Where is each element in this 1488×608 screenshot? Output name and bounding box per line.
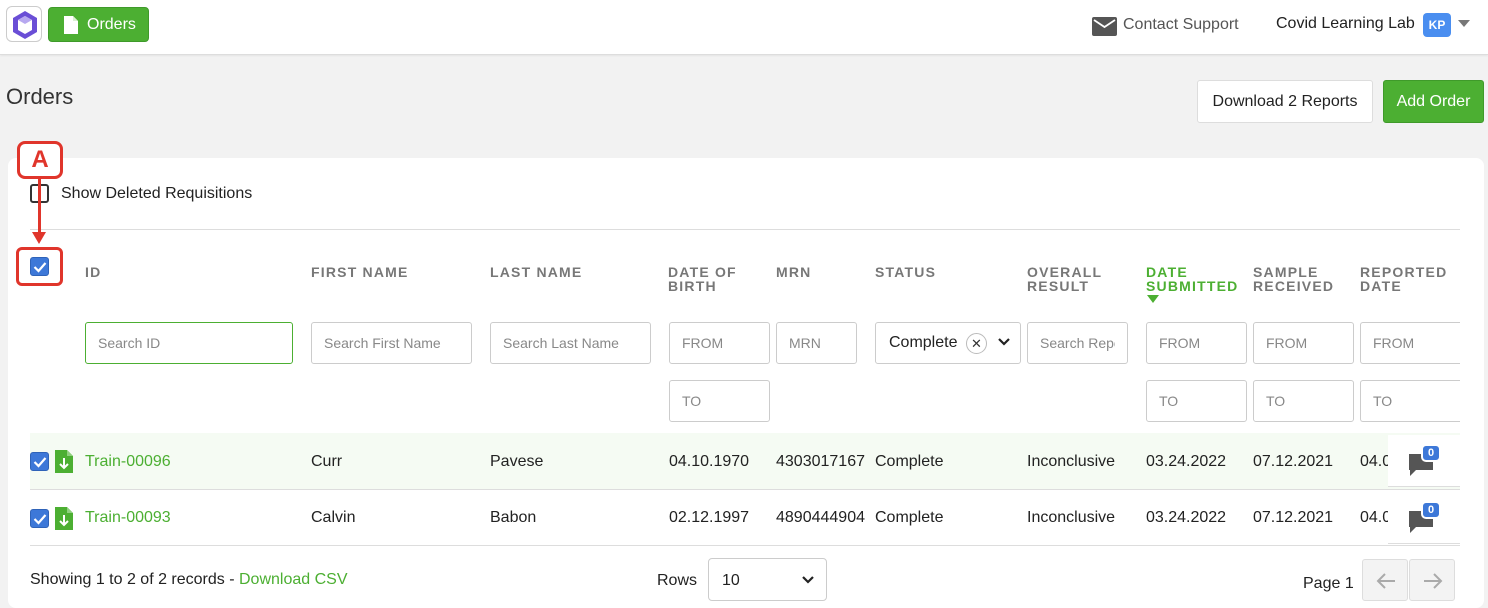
contact-support-label: Contact Support (1123, 16, 1239, 33)
rows-per-page-value: 10 (722, 572, 740, 589)
dob-from-input[interactable] (669, 322, 770, 364)
row-checkbox[interactable] (30, 452, 49, 471)
submitted-to-input[interactable] (1146, 380, 1247, 422)
download-reports-button[interactable]: Download 2 Reports (1197, 80, 1373, 123)
add-order-button[interactable]: Add Order (1383, 80, 1484, 123)
app-logo[interactable] (6, 6, 42, 42)
envelope-icon (1092, 17, 1117, 36)
annotation-arrow-head (32, 232, 46, 244)
col-header-date-submitted[interactable]: DATE SUBMITTED (1146, 265, 1238, 293)
order-id-link[interactable]: Train-00096 (85, 453, 171, 471)
reported-cell: 04.0 (1360, 453, 1392, 470)
received-cell: 07.12.2021 (1253, 453, 1334, 470)
chevron-down-icon (998, 338, 1010, 346)
comment-count-badge: 0 (1421, 444, 1441, 462)
submitted-cell: 03.24.2022 (1146, 509, 1227, 526)
prev-page-button[interactable] (1362, 559, 1408, 601)
search-result-input[interactable] (1027, 322, 1128, 364)
comment-count-badge: 0 (1421, 501, 1441, 519)
checkmark-icon (33, 514, 47, 525)
dob-cell: 04.10.1970 (669, 453, 750, 470)
page-title: Orders (6, 84, 74, 109)
divider (30, 229, 1460, 230)
caret-down-icon[interactable] (1458, 20, 1470, 27)
col-header-sample-received[interactable]: SAMPLE RECEIVED (1253, 265, 1334, 293)
first-name-cell: Calvin (311, 509, 356, 526)
download-csv-link[interactable]: Download CSV (239, 571, 348, 588)
top-bar: Orders Contact Support Covid Learning La… (0, 0, 1488, 55)
received-from-input[interactable] (1253, 322, 1354, 364)
search-last-name-input[interactable] (490, 322, 651, 364)
annotation-highlight (16, 247, 63, 286)
sort-desc-icon (1147, 295, 1159, 303)
checkmark-icon (33, 457, 47, 468)
table-row[interactable]: Train-00096 Curr Pavese 04.10.1970 43030… (30, 433, 1460, 489)
col-header-date-of-birth[interactable]: DATE OF BIRTH (668, 265, 737, 293)
col-header-mrn[interactable]: MRN (776, 265, 811, 279)
dob-cell: 02.12.1997 (669, 509, 750, 526)
submitted-from-input[interactable] (1146, 322, 1247, 364)
download-report-icon[interactable] (54, 506, 74, 531)
col-header-reported-date[interactable]: REPORTED DATE (1360, 265, 1447, 293)
arrow-right-icon (1424, 573, 1443, 589)
avatar[interactable]: KP (1423, 13, 1451, 37)
received-cell: 07.12.2021 (1253, 509, 1334, 526)
rows-label: Rows (657, 572, 698, 589)
last-name-cell: Babon (490, 509, 537, 526)
hexagon-logo-icon (13, 11, 37, 39)
status-select[interactable]: Complete ✕ (875, 322, 1021, 364)
last-name-cell: Pavese (490, 453, 544, 470)
comments-button[interactable]: 0 (1388, 492, 1460, 544)
rows-per-page-select[interactable]: 10 (708, 558, 827, 601)
records-summary: Showing 1 to 2 of 2 records - Download C… (30, 571, 348, 589)
chevron-down-icon (802, 576, 814, 584)
reported-from-input[interactable] (1360, 322, 1460, 364)
clear-icon[interactable]: ✕ (966, 333, 987, 354)
row-divider (30, 545, 1460, 546)
search-id-input[interactable] (85, 322, 293, 364)
col-header-first-name[interactable]: FIRST NAME (311, 265, 409, 279)
arrow-left-icon (1376, 573, 1395, 589)
result-cell: Inconclusive (1027, 509, 1116, 526)
show-deleted-label: Show Deleted Requisitions (61, 185, 253, 202)
received-to-input[interactable] (1253, 380, 1354, 422)
col-header-id[interactable]: ID (85, 265, 101, 279)
table-row[interactable]: Train-00093 Calvin Babon 02.12.1997 4890… (30, 490, 1460, 546)
row-checkbox[interactable] (30, 509, 49, 528)
first-name-cell: Curr (311, 453, 343, 470)
status-cell: Complete (875, 453, 944, 470)
status-select-value: Complete (889, 334, 958, 351)
orders-nav-button[interactable]: Orders (48, 7, 149, 42)
comments-button[interactable]: 0 (1388, 435, 1460, 487)
document-icon (64, 16, 78, 34)
search-first-name-input[interactable] (311, 322, 472, 364)
page-indicator: Page 1 (1303, 575, 1354, 592)
dob-to-input[interactable] (669, 380, 770, 422)
account-name[interactable]: Covid Learning Lab (1276, 15, 1415, 33)
annotation-arrow-line (38, 179, 41, 234)
orders-nav-label: Orders (87, 16, 136, 33)
order-id-link[interactable]: Train-00093 (85, 509, 171, 527)
result-cell: Inconclusive (1027, 453, 1116, 470)
status-cell: Complete (875, 509, 944, 526)
col-header-overall-result[interactable]: OVERALL RESULT (1027, 265, 1102, 293)
col-header-status[interactable]: STATUS (875, 265, 936, 279)
mrn-cell: 4890444904 (776, 509, 865, 526)
submitted-cell: 03.24.2022 (1146, 453, 1227, 470)
next-page-button[interactable] (1409, 559, 1455, 601)
col-header-last-name[interactable]: LAST NAME (490, 265, 582, 279)
mrn-input[interactable] (776, 322, 857, 364)
mrn-cell: 4303017167 (776, 453, 865, 470)
reported-cell: 04.0 (1360, 509, 1392, 526)
records-count-text: Showing 1 to 2 of 2 records - (30, 571, 239, 588)
download-report-icon[interactable] (54, 449, 74, 474)
annotation-marker: A (17, 141, 63, 179)
reported-to-input[interactable] (1360, 380, 1460, 422)
